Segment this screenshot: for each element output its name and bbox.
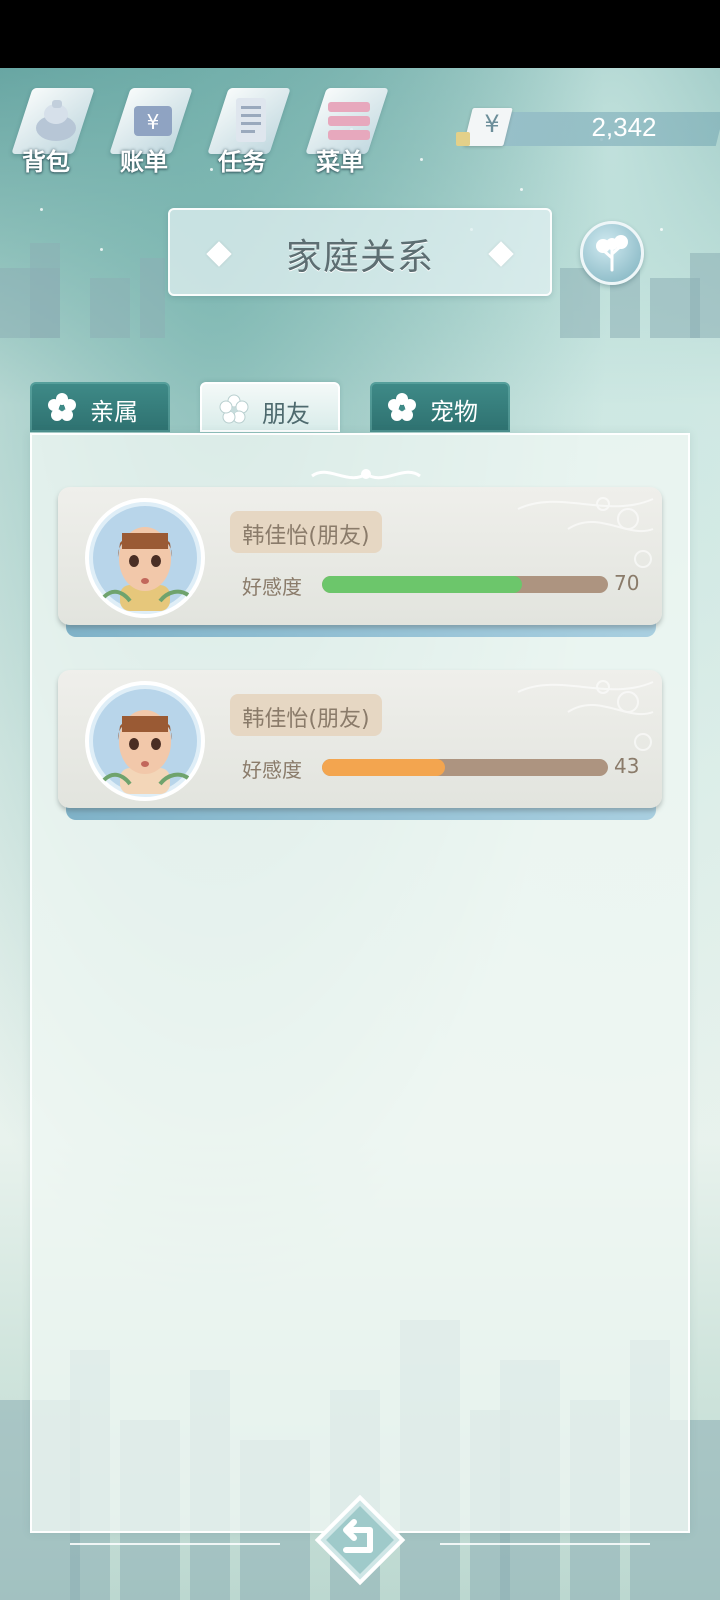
tab-relatives[interactable]: 亲属 <box>30 382 170 432</box>
bag-label: 背包 <box>22 148 70 176</box>
bill-icon: ¥ <box>134 106 172 136</box>
affection-bar-fill <box>322 576 523 593</box>
affection-value: 43 <box>614 754 640 778</box>
flower-icon <box>219 394 249 424</box>
task-button[interactable]: 任务 <box>196 76 292 176</box>
friend-avatar <box>85 681 205 801</box>
tab-friends[interactable]: 朋友 <box>200 382 340 432</box>
bag-icon <box>36 100 76 141</box>
affection-bar-fill <box>322 759 445 776</box>
flower-icon <box>388 393 416 421</box>
task-icon <box>236 98 266 142</box>
affection-value: 70 <box>614 571 640 595</box>
svg-text:¥: ¥ <box>147 110 160 134</box>
yen-icon: ¥ <box>484 110 500 138</box>
back-arrow-icon <box>314 1494 406 1586</box>
money-amount: 2,342 <box>591 112 657 142</box>
tab-pets[interactable]: 宠物 <box>370 382 510 432</box>
friend-avatar <box>85 498 205 618</box>
friend-name-tag: 韩佳怡(朋友) <box>230 694 382 736</box>
friend-card[interactable]: 韩佳怡(朋友) 好感度 43 <box>58 670 662 808</box>
tab-friends-label: 朋友 <box>262 400 310 428</box>
divider <box>440 1543 650 1545</box>
flower-icon <box>48 393 76 421</box>
back-button[interactable] <box>310 1490 410 1590</box>
menu-icon <box>328 102 370 140</box>
menu-label: 菜单 <box>316 148 364 176</box>
friend-card[interactable]: 韩佳怡(朋友) 好感度 70 <box>58 487 662 625</box>
affection-bar <box>322 759 608 776</box>
title-panel: 家庭关系 <box>168 208 552 296</box>
affection-label: 好感度 <box>242 575 302 599</box>
affection-label: 好感度 <box>242 758 302 782</box>
relationship-card: 韩佳怡(朋友) 好感度 43 <box>58 670 666 820</box>
bill-label: 账单 <box>120 148 168 176</box>
task-label: 任务 <box>218 148 266 176</box>
menu-button[interactable]: 菜单 <box>294 76 390 176</box>
family-tree-button[interactable] <box>580 221 644 285</box>
friend-name: 韩佳怡(朋友) <box>242 707 370 732</box>
bag-button[interactable]: 背包 <box>0 76 96 176</box>
tree-icon <box>596 235 628 272</box>
tab-pets-label: 宠物 <box>430 398 478 426</box>
affection-bar <box>322 576 608 593</box>
tab-relatives-label: 亲属 <box>90 398 138 426</box>
friend-name-tag: 韩佳怡(朋友) <box>230 511 382 553</box>
relationship-card: 韩佳怡(朋友) 好感度 70 <box>58 487 666 637</box>
ornament-icon <box>311 469 421 480</box>
money-display: ¥ 2,342 <box>456 108 720 150</box>
friend-name: 韩佳怡(朋友) <box>242 524 370 549</box>
bill-button[interactable]: ¥ 账单 <box>98 76 194 176</box>
status-bar <box>0 0 720 68</box>
divider <box>70 1543 280 1545</box>
